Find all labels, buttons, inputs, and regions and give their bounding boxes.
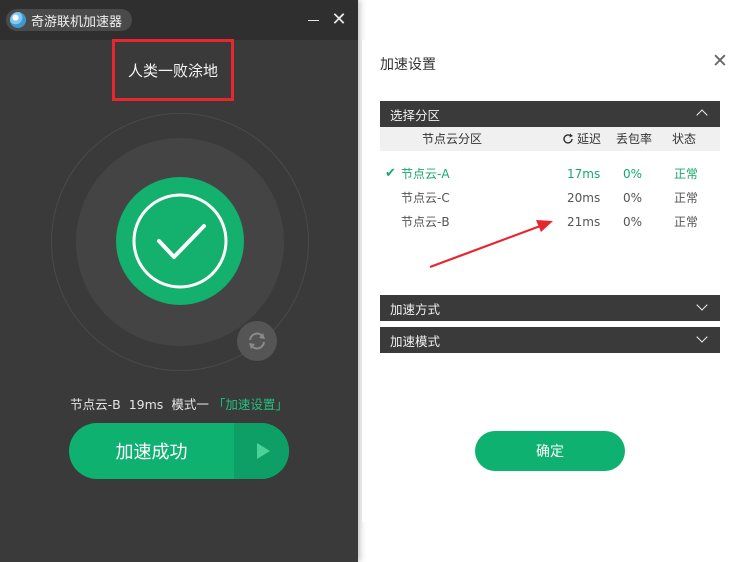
status-mode: 模式一	[171, 397, 209, 412]
zone-status: 正常	[674, 167, 699, 181]
close-icon[interactable]: ✕	[710, 51, 730, 71]
section-zone-select[interactable]: 选择分区	[380, 101, 720, 127]
col-loss: 丢包率	[616, 132, 653, 146]
refresh-small-icon	[563, 133, 573, 144]
zone-loss: 0%	[623, 215, 643, 229]
minimize-icon	[308, 20, 319, 21]
settings-panel: 加速设置 ✕ 选择分区 节点云分区 延迟 丢包率 状态 ✔ 节点云-A 17ms…	[361, 40, 739, 522]
section-accel-method[interactable]: 加速方式	[380, 295, 720, 321]
col-latency[interactable]: 延迟	[562, 127, 601, 151]
section-zone-label: 选择分区	[390, 107, 441, 123]
checkmark-icon	[132, 193, 228, 289]
refresh-icon	[249, 332, 265, 350]
minimize-button[interactable]	[302, 9, 324, 31]
status-latency: 19ms	[128, 397, 164, 412]
chevron-up-icon	[696, 109, 708, 121]
status-line: 节点云-B 19ms 模式一 「加速设置」	[0, 394, 358, 413]
play-icon	[257, 443, 270, 459]
accelerate-button[interactable]: 加速成功	[69, 423, 289, 479]
accel-settings-link[interactable]: 「加速设置」	[213, 397, 288, 412]
close-icon[interactable]: ✕	[328, 9, 350, 31]
game-name: 人类一败涂地	[112, 39, 234, 101]
app-title-text: 奇游联机加速器	[31, 14, 123, 30]
app-logo-icon	[10, 12, 26, 28]
zone-latency: 20ms	[567, 191, 601, 205]
zone-loss: 0%	[623, 167, 643, 181]
zone-loss: 0%	[623, 191, 643, 205]
confirm-button[interactable]: 确定	[475, 431, 625, 471]
panel-title: 加速设置	[380, 57, 436, 73]
status-node: 节点云-B	[70, 397, 121, 412]
refresh-button[interactable]	[237, 321, 277, 361]
col-status: 状态	[672, 132, 697, 146]
zone-name: 节点云-A	[401, 167, 450, 181]
zone-name: 节点云-C	[401, 191, 450, 205]
section-accel-mode[interactable]: 加速模式	[380, 327, 720, 353]
title-bar: 奇游联机加速器 ✕	[0, 0, 358, 40]
zone-latency: 17ms	[567, 167, 601, 181]
success-indicator	[116, 177, 244, 305]
col-node: 节点云分区	[422, 132, 483, 146]
zone-table-header: 节点云分区 延迟 丢包率 状态	[380, 127, 720, 151]
zone-status: 正常	[674, 215, 699, 229]
app-title: 奇游联机加速器	[6, 9, 133, 31]
col-latency-label: 延迟	[577, 132, 602, 146]
chevron-down-icon	[696, 331, 708, 343]
zone-status: 正常	[674, 191, 699, 205]
zone-row[interactable]: ✔ 节点云-A 17ms 0% 正常	[380, 162, 720, 186]
section-method-label: 加速方式	[390, 301, 441, 317]
chevron-down-icon	[696, 299, 708, 311]
zone-row[interactable]: 节点云-C 20ms 0% 正常	[380, 186, 720, 210]
play-button[interactable]	[234, 423, 289, 479]
accelerate-label: 加速成功	[115, 442, 188, 463]
annotation-arrow	[429, 220, 553, 269]
section-mode-label: 加速模式	[390, 333, 441, 349]
zone-latency: 21ms	[567, 215, 601, 229]
check-icon: ✔	[385, 166, 396, 181]
accelerator-window: 奇游联机加速器 ✕ 人类一败涂地 节点云-B 19ms 模式一 「加速设置」 加速…	[0, 0, 358, 562]
